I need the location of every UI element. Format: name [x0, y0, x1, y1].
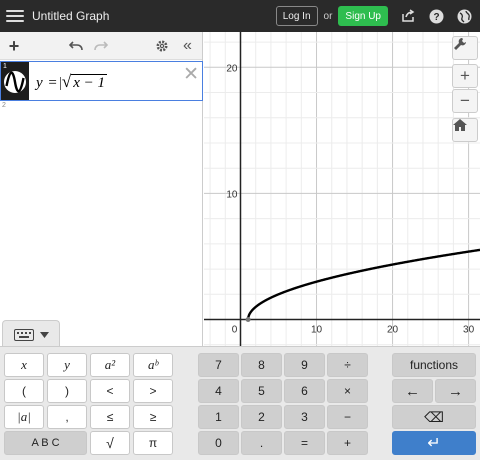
undo-icon[interactable]: [68, 38, 84, 54]
key-divide[interactable]: ÷: [327, 353, 368, 377]
add-expression-icon[interactable]: +: [6, 36, 22, 56]
key-greater-than[interactable]: >: [133, 379, 173, 403]
key-right-arrow[interactable]: →: [435, 379, 476, 403]
x-tick-label: 10: [311, 325, 323, 336]
key-a-squared[interactable]: a²: [90, 353, 130, 377]
collapse-panel-icon[interactable]: «: [178, 37, 194, 54]
expression-color-tab[interactable]: 1: [1, 62, 29, 100]
expr-lhs: y: [36, 75, 43, 91]
key-8[interactable]: 8: [241, 353, 282, 377]
login-button[interactable]: Log In: [275, 6, 318, 26]
key-5[interactable]: 5: [241, 379, 282, 403]
key-1[interactable]: 1: [198, 405, 239, 429]
math-keypad: x y a² aᵇ 7 8 9 ÷ functions ( ) < > 4 5 …: [0, 346, 480, 460]
key-y[interactable]: y: [47, 353, 87, 377]
key-3[interactable]: 3: [284, 405, 325, 429]
key-decimal[interactable]: .: [241, 431, 282, 455]
zoom-in-icon[interactable]: +: [452, 64, 478, 88]
expression-row-1[interactable]: 1 y = |√ x − 1 ✕: [0, 61, 203, 101]
y-tick-label: 10: [226, 189, 238, 200]
help-icon[interactable]: ?: [428, 8, 444, 24]
globe-icon[interactable]: [456, 8, 472, 24]
home-icon[interactable]: [452, 118, 478, 142]
curve-endpoint: [245, 317, 251, 323]
key-open-paren[interactable]: (: [4, 379, 44, 403]
key-greater-equal[interactable]: ≥: [133, 405, 173, 429]
key-backspace[interactable]: ⌫: [392, 405, 476, 429]
expression-toolbar: + «: [0, 32, 202, 60]
top-bar: Untitled Graph Log In or Sign Up ?: [0, 0, 480, 32]
key-7[interactable]: 7: [198, 353, 239, 377]
key-comma[interactable]: ,: [47, 405, 87, 429]
graph-canvas[interactable]: 0 10 20 30 10 20 + −: [204, 32, 480, 346]
key-functions[interactable]: functions: [392, 353, 476, 377]
signup-button[interactable]: Sign Up: [338, 6, 388, 26]
key-sqrt[interactable]: √: [90, 431, 130, 455]
graph-svg[interactable]: 0 10 20 30 10 20: [204, 32, 480, 346]
key-pi[interactable]: π: [133, 431, 173, 455]
expression-math[interactable]: y = |√ x − 1: [36, 72, 108, 92]
function-curve: [246, 248, 480, 320]
key-x[interactable]: x: [4, 353, 44, 377]
key-less-equal[interactable]: ≤: [90, 405, 130, 429]
key-less-than[interactable]: <: [90, 379, 130, 403]
settings-gear-icon[interactable]: [154, 38, 170, 54]
key-0[interactable]: 0: [198, 431, 239, 455]
expression-number-2: 2: [2, 102, 6, 109]
key-left-arrow[interactable]: ←: [392, 379, 433, 403]
key-6[interactable]: 6: [284, 379, 325, 403]
key-plus[interactable]: +: [327, 431, 368, 455]
chevron-down-icon: [39, 331, 49, 338]
zoom-out-icon[interactable]: −: [452, 89, 478, 113]
menu-icon[interactable]: [6, 10, 24, 22]
key-9[interactable]: 9: [284, 353, 325, 377]
sqrt-symbol: √: [61, 72, 72, 91]
graph-title[interactable]: Untitled Graph: [32, 9, 109, 23]
key-2[interactable]: 2: [241, 405, 282, 429]
keyboard-toggle[interactable]: [2, 320, 60, 348]
or-label: or: [323, 10, 333, 22]
key-4[interactable]: 4: [198, 379, 239, 403]
redo-icon[interactable]: [93, 38, 109, 54]
svg-text:?: ?: [433, 12, 439, 23]
key-minus[interactable]: −: [327, 405, 368, 429]
key-equals[interactable]: =: [284, 431, 325, 455]
keyboard-icon: [13, 328, 34, 341]
expr-equals: =: [48, 75, 57, 91]
x-tick-label: 0: [232, 325, 238, 336]
key-abs[interactable]: |a|: [4, 405, 44, 429]
key-multiply[interactable]: ×: [327, 379, 368, 403]
key-abc[interactable]: A B C: [4, 431, 87, 455]
delete-expression-icon[interactable]: ✕: [183, 63, 199, 86]
share-icon[interactable]: [400, 8, 416, 24]
key-close-paren[interactable]: ): [47, 379, 87, 403]
expr-radicand: x − 1: [71, 74, 108, 91]
expression-panel: + « 1 y = |√ x − 1 ✕ 2: [0, 32, 203, 346]
x-tick-label: 30: [463, 325, 475, 336]
key-a-power-b[interactable]: aᵇ: [133, 353, 173, 377]
graph-settings-wrench-icon[interactable]: [452, 36, 478, 60]
key-enter[interactable]: ↵: [392, 431, 476, 455]
x-tick-label: 20: [387, 325, 399, 336]
y-tick-label: 20: [226, 63, 238, 74]
